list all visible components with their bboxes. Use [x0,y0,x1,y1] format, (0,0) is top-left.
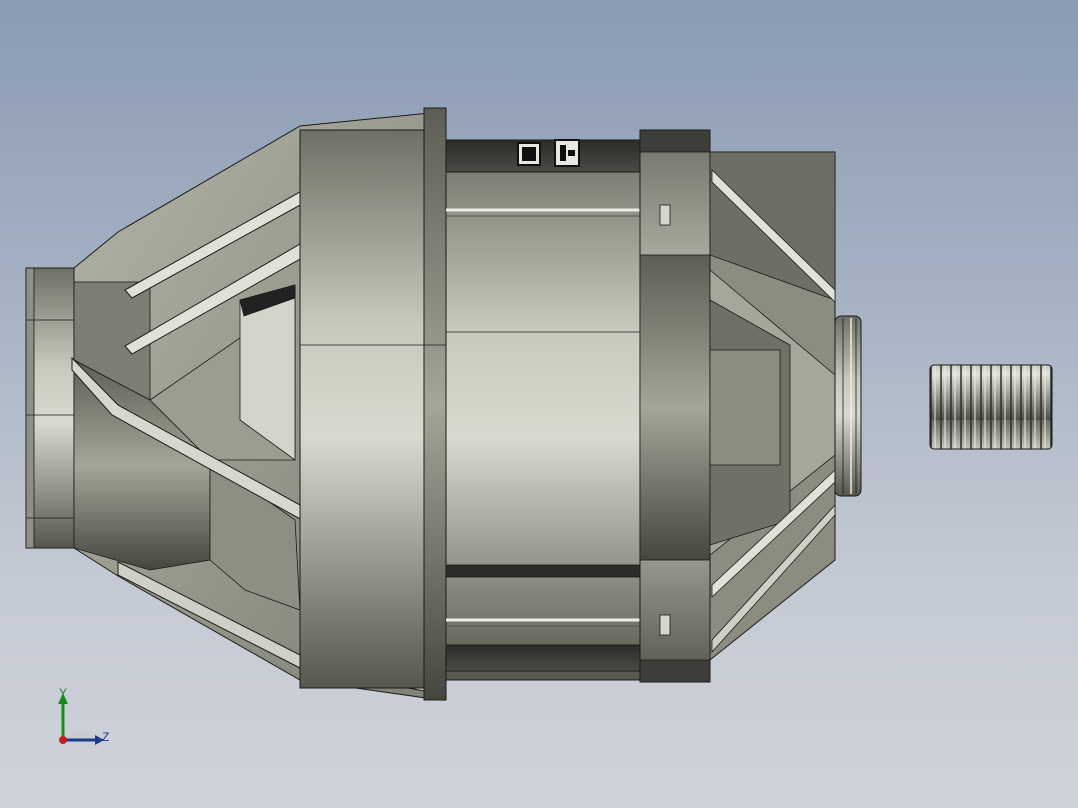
spring-coil [929,364,1053,450]
left-end-cap [25,267,75,549]
right-flange [639,129,711,683]
triad-y-label: Y [59,686,68,700]
main-cylinder [299,107,643,701]
triad-z-label: Z [102,730,110,744]
right-cone [709,151,836,662]
orientation-triad[interactable]: Y Z [45,680,125,760]
graphics-viewport[interactable]: Y Z [0,0,1078,808]
right-hub [834,315,862,497]
3d-model[interactable] [0,0,1078,808]
triad-axes [58,693,104,745]
